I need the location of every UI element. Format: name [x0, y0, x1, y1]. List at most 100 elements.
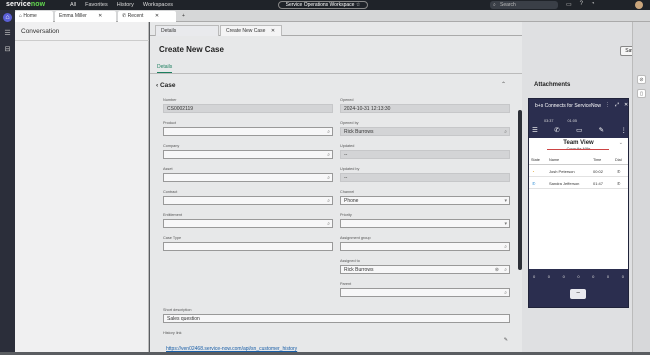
hangup-button[interactable]: − [570, 289, 586, 299]
dropdown-icon[interactable]: ▾ [504, 197, 507, 205]
key[interactable]: 0 [548, 274, 550, 279]
workspace-pill[interactable]: Service Operations Workspace ☆ [278, 1, 368, 9]
oncall-status-icon: ✆ [532, 181, 536, 186]
edit-icon[interactable]: ✎ [599, 126, 604, 134]
divider [547, 149, 609, 150]
clear-icon[interactable]: ⊗ [495, 266, 499, 274]
search-icon[interactable]: ⌕ [504, 289, 507, 297]
screen-icon[interactable]: ▭ [576, 126, 582, 134]
table-row[interactable]: ◔ Josh Peterson 00:02 ✆ [529, 166, 628, 177]
tab-create-new-case[interactable]: Create New Case ✕ [220, 25, 282, 36]
attachment-icon[interactable]: ⊘ [637, 75, 646, 84]
search-icon[interactable]: ⌕ [327, 174, 330, 182]
search-icon[interactable]: ⌕ [504, 128, 507, 136]
field-input: CS0002119 [163, 104, 333, 113]
list-icon[interactable]: ☰ [3, 29, 12, 38]
field-label: Opened by [340, 121, 359, 125]
field-input[interactable]: ⌕ [163, 127, 333, 136]
search-icon[interactable]: ⌕ [327, 220, 330, 228]
field-input[interactable]: ⌕ [163, 219, 333, 228]
menu-icon[interactable]: ☰ [532, 126, 538, 134]
widget-controls: ⋮ ⤢ ✕ [605, 102, 628, 108]
more-icon[interactable]: ⋮ [605, 102, 610, 108]
agent-name: Josh Peterson [549, 169, 575, 174]
field-value: 2024-10-31 12:13:30 [344, 106, 391, 112]
tab-home[interactable]: ⌂ Home [15, 11, 53, 22]
search-icon[interactable]: ⌕ [327, 197, 330, 205]
notifications-icon[interactable]: ◔ [591, 1, 595, 8]
help-icon[interactable]: ? [580, 1, 583, 8]
key[interactable]: 0 [607, 274, 609, 279]
global-search[interactable]: ⌕ Search [490, 1, 558, 9]
chat-icon[interactable]: ▭ [566, 1, 572, 8]
close-icon[interactable]: ✕ [271, 28, 275, 34]
nav-workspaces[interactable]: Workspaces [143, 2, 173, 8]
field-input[interactable]: Phone ▾ [340, 196, 510, 205]
field-label: Number [163, 98, 177, 102]
key[interactable]: 0 [622, 274, 624, 279]
tab-details[interactable]: Details [155, 25, 219, 36]
field-input[interactable]: Rick Burrows ⌕ ⊗ [340, 265, 510, 274]
tab-recent-label: Recent [127, 13, 144, 19]
call-icon[interactable]: ✆ [554, 126, 559, 134]
avatar[interactable] [635, 1, 643, 9]
phone-icon[interactable]: ✆ [617, 181, 620, 186]
col-dial: Dial [615, 158, 622, 162]
widget-title: b+s Connects for ServiceNow [535, 103, 602, 109]
table-row[interactable]: ✆ Sandra Jefferson 01:47 ✆ [529, 178, 628, 189]
search-icon[interactable]: ⌕ [504, 243, 507, 251]
short-description-input[interactable]: Sales question [163, 314, 510, 323]
home-icon[interactable]: ⌂ [3, 13, 12, 22]
right_fields-field: Assigned to Rick Burrows ⌕ ⊗ [340, 259, 510, 274]
search-icon[interactable]: ⌕ [327, 151, 330, 159]
away-status-icon: ◔ [532, 169, 535, 174]
left_fields-field: Case Type [163, 236, 333, 251]
phone-icon[interactable]: ✆ [617, 169, 620, 174]
field-input[interactable]: ⌕ [163, 150, 333, 159]
field-input[interactable]: ⌕ [163, 196, 333, 205]
more-icon[interactable]: ⋮ [620, 126, 627, 134]
col-name[interactable]: Name [549, 158, 559, 162]
right_fields-field: Updated by -- [340, 167, 510, 182]
panel-icon[interactable]: ▯ [637, 89, 646, 98]
keypad: 0 0 0 0 0 0 0 [533, 274, 624, 279]
key[interactable]: 0 [577, 274, 579, 279]
left_fields-field: Contract ⌕ [163, 190, 333, 205]
widget-header: b+s Connects for ServiceNow ⋮ ⤢ ✕ 03:37 … [529, 99, 628, 138]
servicenow-logo[interactable]: servicenow [6, 1, 45, 8]
popout-icon[interactable]: ⤢ [615, 102, 619, 108]
close-icon[interactable]: ✕ [98, 13, 102, 19]
page-title: Create New Case [159, 45, 224, 54]
field-input: 2024-10-31 12:13:30 [340, 104, 510, 113]
section-case[interactable]: ‹ Case [156, 82, 176, 89]
key[interactable]: 0 [533, 274, 535, 279]
chevron-down-icon[interactable]: ⌄ [619, 140, 623, 146]
field-input[interactable]: ⌕ [163, 173, 333, 182]
tab-emma-miller[interactable]: Emma Miller ✕ [55, 11, 116, 22]
nav-all[interactable]: All [70, 2, 76, 8]
details-tab[interactable]: Details [157, 64, 173, 73]
nav-history[interactable]: History [117, 2, 134, 8]
field-input[interactable]: ▾ [340, 219, 510, 228]
dropdown-icon[interactable]: ▾ [504, 220, 507, 228]
add-tab-button[interactable]: + [178, 11, 189, 22]
chevron-icon: ‹ [156, 82, 159, 89]
timer-2: 01:05 [567, 119, 578, 123]
key[interactable]: 0 [592, 274, 594, 279]
nav-favorites[interactable]: Favorites [85, 2, 108, 8]
field-input[interactable]: ⌕ [340, 242, 510, 251]
tab-recent[interactable]: ✆ Recent ✕ [118, 11, 176, 22]
edit-icon[interactable]: ✎ [504, 337, 508, 343]
tree-icon[interactable]: ⊟ [3, 45, 12, 54]
key[interactable]: 0 [563, 274, 565, 279]
collapse-icon[interactable]: ⌃ [501, 81, 506, 88]
search-icon[interactable]: ⌕ [327, 128, 330, 136]
field-input[interactable] [163, 242, 333, 251]
history-link[interactable]: https://ven02468.service-now.com/api/sn_… [166, 346, 297, 352]
field-input[interactable]: ⌕ [340, 288, 510, 297]
close-icon[interactable]: ✕ [155, 13, 159, 19]
top-nav: All Favorites History Workspaces [70, 2, 173, 8]
search-icon[interactable]: ⌕ [504, 266, 507, 274]
right_fields-field: Channel Phone ▾ [340, 190, 510, 205]
close-icon[interactable]: ✕ [624, 102, 628, 108]
